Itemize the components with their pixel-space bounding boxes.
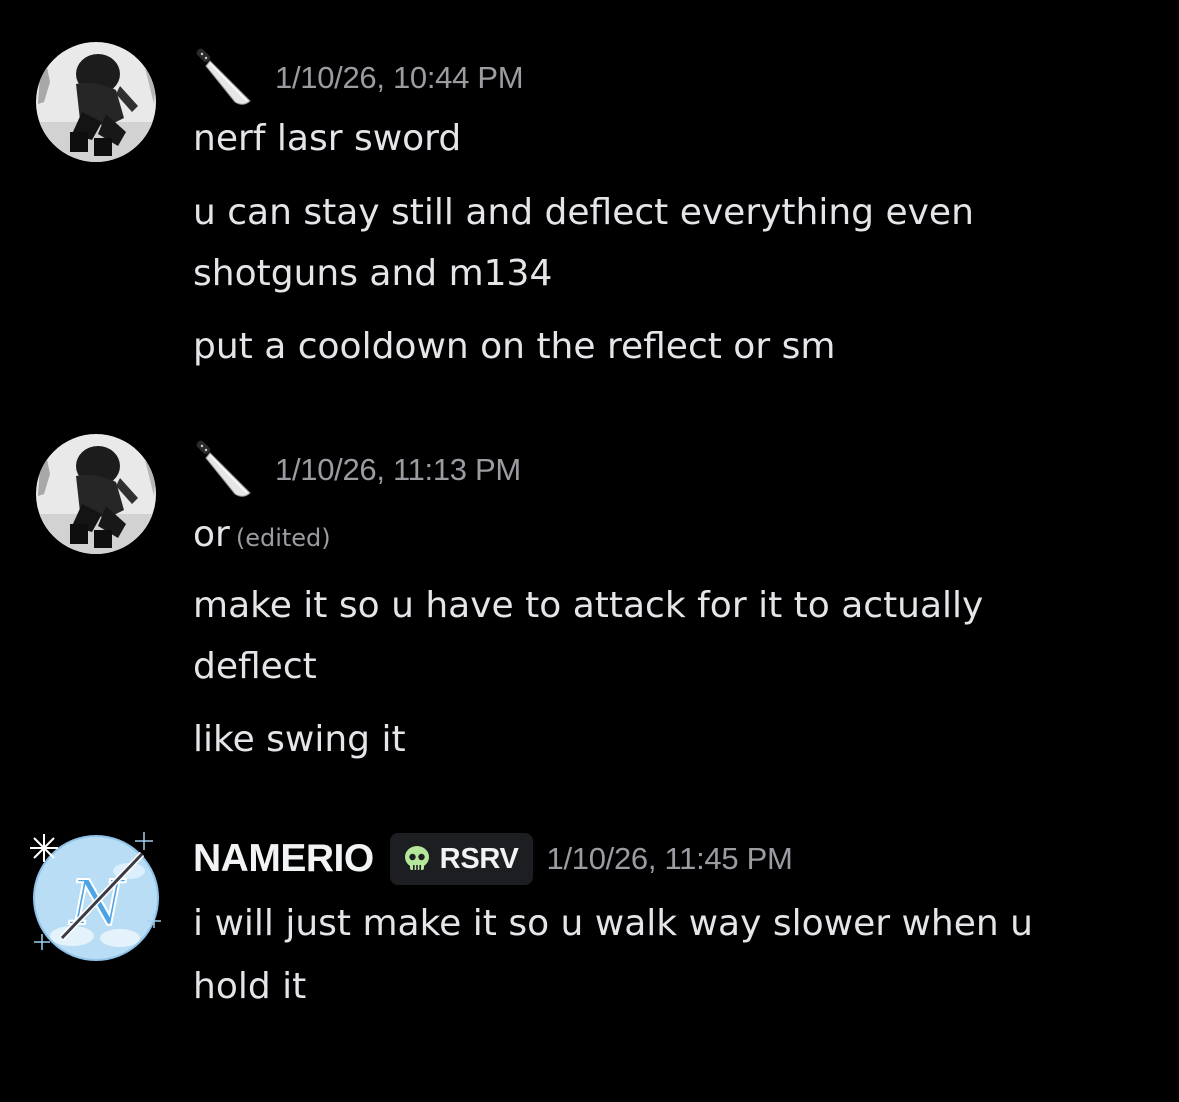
- message-header: NAMERIO RSRV 1/10/26, 11:45 PM: [193, 824, 793, 894]
- message-timestamp: 1/10/26, 11:13 PM: [275, 452, 521, 487]
- message-text: or (edited): [193, 504, 1153, 569]
- message-timestamp: 1/10/26, 10:44 PM: [275, 60, 524, 95]
- knife-icon: [196, 48, 251, 105]
- user-avatar[interactable]: [36, 42, 156, 162]
- message-header: 1/10/26, 11:13 PM: [193, 435, 521, 505]
- message-text: u can stay still and deflect everything …: [193, 192, 974, 233]
- user-avatar[interactable]: [36, 434, 156, 554]
- knife-icon: [196, 440, 251, 497]
- edited-indicator: (edited): [235, 524, 331, 552]
- message-text: hold it: [193, 966, 307, 1007]
- message-text: shotguns and m134: [193, 253, 553, 294]
- message-timestamp: 1/10/26, 11:45 PM: [546, 841, 793, 876]
- user-avatar[interactable]: N: [24, 826, 164, 966]
- message-text: deflect: [193, 646, 317, 687]
- message-text: i will just make it so u walk way slower…: [193, 903, 1033, 944]
- server-tag-label: RSRV: [439, 842, 519, 875]
- message-text: like swing it: [193, 719, 406, 760]
- server-tag[interactable]: RSRV: [389, 833, 533, 885]
- message-text: make it so u have to attack for it to ac…: [193, 585, 984, 626]
- message-text-content: or: [193, 514, 230, 555]
- username[interactable]: NAMERIO: [193, 837, 374, 881]
- message-text: put a cooldown on the reflect or sm: [193, 326, 836, 367]
- message-header: 1/10/26, 10:44 PM: [193, 43, 524, 113]
- skull-icon: [404, 846, 429, 870]
- message-text: nerf lasr sword: [193, 118, 462, 159]
